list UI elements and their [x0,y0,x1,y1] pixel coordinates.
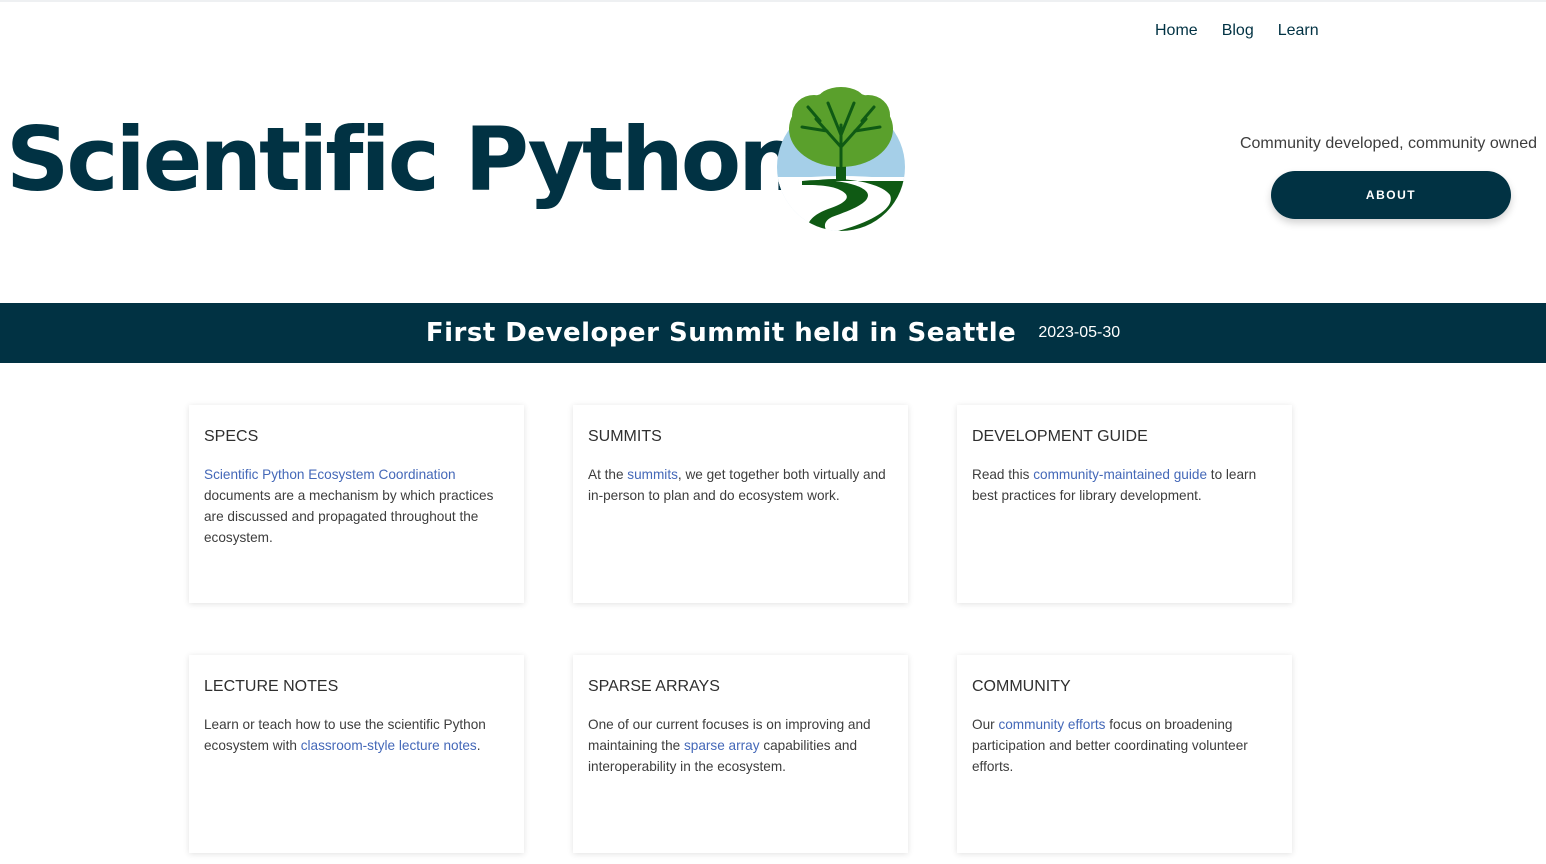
card-link[interactable]: community-maintained guide [1033,467,1207,482]
card-title: SPECS [204,428,259,445]
card-community: COMMUNITY Our community efforts focus on… [957,655,1292,853]
card-lecture-notes: LECTURE NOTES Learn or teach how to use … [189,655,524,853]
card-text: One of our current focuses is on improvi… [588,717,871,774]
about-button[interactable]: ABOUT [1271,171,1511,219]
banner-date: 2023-05-30 [1038,324,1121,341]
card-link[interactable]: summits [627,467,678,482]
card-text: Scientific Python Ecosystem Coordination… [204,467,494,545]
card-link[interactable]: sparse array [684,738,760,753]
card-text: Our community efforts focus on broadenin… [972,717,1248,774]
card-link[interactable]: community efforts [998,717,1105,732]
site-title: Scientific Python [6,108,801,211]
card-text: Learn or teach how to use the scientific… [204,717,486,753]
card-title: LECTURE NOTES [204,678,339,695]
card-title: SUMMITS [588,428,662,445]
card-text: At the summits, we get together both vir… [588,467,886,503]
card-specs: SPECS Scientific Python Ecosystem Coordi… [189,405,524,603]
card-title: SPARSE ARRAYS [588,678,720,695]
card-development-guide: DEVELOPMENT GUIDE Read this community-ma… [957,405,1292,603]
card-sparse-arrays: SPARSE ARRAYS One of our current focuses… [573,655,908,853]
main-nav: Home Blog Learn [1140,21,1331,41]
tree-logo-icon [777,87,905,231]
news-banner[interactable]: First Developer Summit held in Seattle 2… [0,303,1546,363]
site-tagline: Community developed, community owned [1239,135,1537,152]
nav-blog-link[interactable]: Blog [1210,21,1266,41]
card-summits: SUMMITS At the summits, we get together … [573,405,908,603]
nav-learn-link[interactable]: Learn [1266,21,1331,41]
nav-home-link[interactable]: Home [1140,21,1210,41]
card-title: COMMUNITY [972,678,1071,695]
banner-title[interactable]: First Developer Summit held in Seattle [426,318,1016,348]
top-divider [0,0,1546,2]
card-text: Read this community-maintained guide to … [972,467,1257,503]
card-title: DEVELOPMENT GUIDE [972,428,1148,445]
card-link[interactable]: classroom-style lecture notes [301,738,477,753]
card-link[interactable]: Scientific Python Ecosystem Coordination [204,467,456,482]
